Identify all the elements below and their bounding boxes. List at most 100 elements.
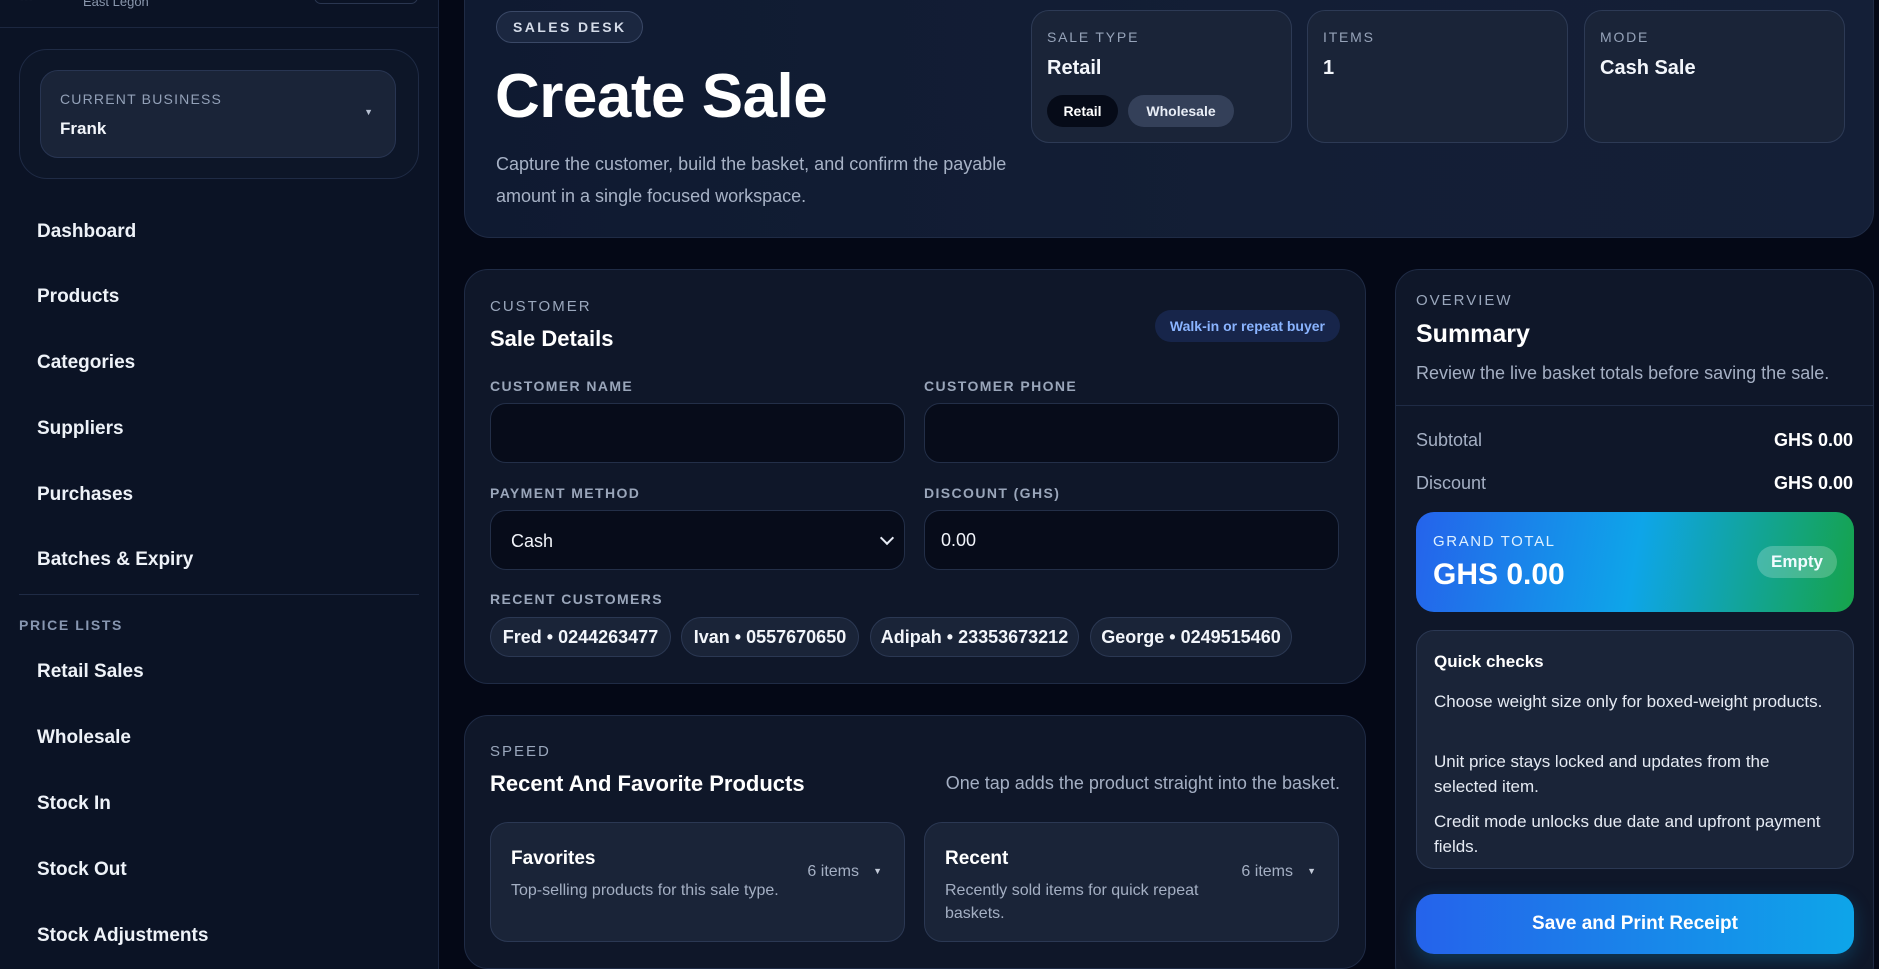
stat-value: 1 <box>1323 57 1335 79</box>
speed-card: SPEED Recent And Favorite Products One t… <box>464 715 1366 969</box>
subtotal-value: GHS 0.00 <box>1773 430 1853 450</box>
chevron-down-icon <box>879 530 895 546</box>
caret-down-icon: ▼ <box>873 866 882 876</box>
brand-action-button[interactable] <box>314 0 418 4</box>
grand-total-value: GHS 0.00 <box>1433 558 1565 591</box>
stat-label: SALE TYPE <box>1047 29 1140 45</box>
card-title: Recent And Favorite Products <box>490 771 805 796</box>
payment-method-select[interactable]: Cash <box>490 510 905 570</box>
card-title: Summary <box>1416 320 1530 348</box>
recent-customer-chip[interactable]: Adipah • 23353673212 <box>870 617 1079 657</box>
nav-item-retail-sales[interactable]: Retail Sales <box>19 647 419 695</box>
recent-panel[interactable]: Recent Recently sold items for quick rep… <box>924 822 1339 942</box>
nav-item-stock-out[interactable]: Stock Out <box>19 845 419 893</box>
nav-item-label: Stock Out <box>37 859 127 880</box>
sale-type-wholesale-toggle[interactable]: Wholesale <box>1128 95 1234 127</box>
sidebar: ▪▪▪ East Legon CURRENT BUSINESS Frank ▼ … <box>0 0 439 969</box>
card-kicker: CUSTOMER <box>490 298 592 315</box>
nav-item-label: Stock In <box>37 793 111 814</box>
quick-check-item: Credit mode unlocks due date and upfront… <box>1434 812 1821 856</box>
nav-item-products[interactable]: Products <box>19 272 419 320</box>
quick-checks-title: Quick checks <box>1434 652 1544 671</box>
card-title: Sale Details <box>490 326 614 351</box>
favorites-description: Top-selling products for this sale type. <box>511 882 779 899</box>
recent-customers-label: RECENT CUSTOMERS <box>490 591 664 607</box>
brand-strip: ▪▪▪ East Legon <box>0 0 439 28</box>
summary-description: Review the live basket totals before sav… <box>1416 363 1830 383</box>
page-header: SALES DESK Create Sale Capture the custo… <box>464 0 1874 238</box>
card-kicker: SPEED <box>490 743 551 760</box>
grand-total-panel: GRAND TOTAL GHS 0.00 Empty <box>1416 512 1854 612</box>
stat-mode: MODE Cash Sale <box>1584 10 1845 143</box>
business-select[interactable]: CURRENT BUSINESS Frank ▼ <box>40 70 396 158</box>
stat-value: Retail <box>1047 57 1102 79</box>
discount-label: DISCOUNT (GHS) <box>924 485 1061 501</box>
nav-item-wholesale[interactable]: Wholesale <box>19 713 419 761</box>
nav-item-label: Retail Sales <box>37 661 144 682</box>
save-and-print-button[interactable]: Save and Print Receipt <box>1416 894 1854 954</box>
caret-down-icon: ▼ <box>1307 866 1316 876</box>
payment-method-label: PAYMENT METHOD <box>490 485 641 501</box>
nav-section-price-lists: PRICE LISTS <box>19 617 123 633</box>
business-select-label: CURRENT BUSINESS <box>60 91 223 107</box>
recent-customer-chip[interactable]: Ivan • 0557670650 <box>681 617 859 657</box>
nav-item-label: Products <box>37 286 120 307</box>
quick-checks-panel: Quick checks Choose weight size only for… <box>1416 630 1854 869</box>
customer-phone-label: CUSTOMER PHONE <box>924 378 1078 394</box>
discount-summary-value: GHS 0.00 <box>1773 473 1853 493</box>
nav-item-stock-adjustments[interactable]: Stock Adjustments <box>19 911 419 959</box>
page-description: Capture the customer, build the basket, … <box>496 154 1007 206</box>
recent-customer-chip[interactable]: Fred • 0244263477 <box>490 617 671 657</box>
summary-card: OVERVIEW Summary Review the live basket … <box>1395 269 1874 969</box>
nav-item-categories[interactable]: Categories <box>19 338 419 386</box>
nav-item-label: Stock Adjustments <box>37 925 209 946</box>
favorites-panel[interactable]: Favorites Top-selling products for this … <box>490 822 905 942</box>
customer-type-badge: Walk-in or repeat buyer <box>1154 310 1340 342</box>
basket-status-badge: Empty <box>1757 546 1837 578</box>
discount-summary-label: Discount <box>1416 473 1487 493</box>
sale-type-retail-toggle[interactable]: Retail <box>1047 95 1118 127</box>
nav-item-label: Batches & Expiry <box>37 549 194 570</box>
nav-item-label: Categories <box>37 352 136 373</box>
nav-item-label: Dashboard <box>37 221 137 242</box>
card-kicker: OVERVIEW <box>1416 292 1513 309</box>
business-select-value: Frank <box>60 119 107 138</box>
stat-label: ITEMS <box>1323 29 1375 45</box>
summary-divider <box>1396 405 1873 406</box>
page-title: Create Sale <box>495 62 828 131</box>
nav-item-dashboard[interactable]: Dashboard <box>19 207 419 255</box>
brand-location: East Legon <box>83 0 149 9</box>
favorites-title: Favorites <box>511 848 596 869</box>
nav-divider <box>19 594 419 595</box>
grand-total-label: GRAND TOTAL <box>1433 533 1556 550</box>
favorites-count: 6 items <box>807 863 859 880</box>
discount-input[interactable] <box>924 510 1339 570</box>
recent-count: 6 items <box>1241 863 1293 880</box>
nav-item-stock-in[interactable]: Stock In <box>19 779 419 827</box>
caret-down-icon: ▼ <box>364 107 373 117</box>
recent-customer-chip[interactable]: George • 0249515460 <box>1090 617 1292 657</box>
payment-method-value: Cash <box>511 531 554 551</box>
nav-item-label: Suppliers <box>37 418 124 439</box>
customer-phone-input[interactable] <box>924 403 1339 463</box>
recent-description: Recently sold items for quick repeat bas… <box>945 882 1199 922</box>
stat-items: ITEMS 1 <box>1307 10 1568 143</box>
brand-logo-icon: ▪▪▪ <box>20 0 66 8</box>
quick-check-item: Choose weight size only for boxed-weight… <box>1434 692 1823 711</box>
speed-note: One tap adds the product straight into t… <box>945 773 1340 793</box>
nav-item-purchases[interactable]: Purchases <box>19 470 419 518</box>
page-tag: SALES DESK <box>496 11 644 43</box>
stat-label: MODE <box>1600 29 1650 45</box>
nav-item-label: Purchases <box>37 484 134 505</box>
business-switcher-card: CURRENT BUSINESS Frank ▼ <box>19 49 419 179</box>
recent-title: Recent <box>945 848 1009 869</box>
customer-name-input[interactable] <box>490 403 905 463</box>
nav-item-suppliers[interactable]: Suppliers <box>19 404 419 452</box>
stat-value: Cash Sale <box>1600 57 1696 79</box>
subtotal-label: Subtotal <box>1416 430 1483 450</box>
customer-name-label: CUSTOMER NAME <box>490 378 634 394</box>
stat-sale-type: SALE TYPE Retail Retail Wholesale <box>1031 10 1292 143</box>
nav-item-batches-expiry[interactable]: Batches & Expiry <box>19 535 419 583</box>
nav-item-label: Wholesale <box>37 727 131 748</box>
quick-check-item: Unit price stays locked and updates from… <box>1434 752 1770 796</box>
